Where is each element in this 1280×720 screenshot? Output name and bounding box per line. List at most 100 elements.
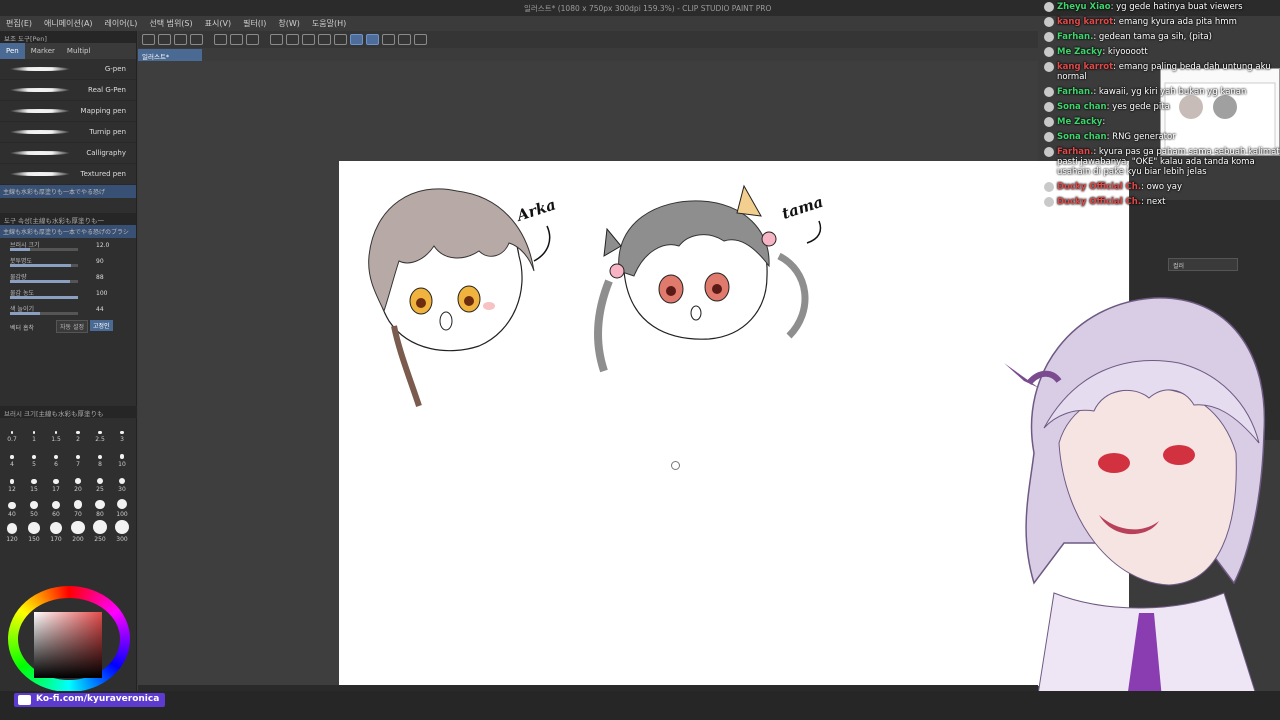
size-option[interactable]: 300 xyxy=(112,520,132,547)
menu-edit[interactable]: 편집(E) xyxy=(0,16,38,30)
prop-slider[interactable] xyxy=(10,264,78,267)
size-option[interactable]: 12 xyxy=(2,472,22,497)
brush-item[interactable]: Calligraphy xyxy=(0,143,136,164)
brush-item[interactable]: Mapping pen xyxy=(0,101,136,122)
size-option[interactable]: 2.5 xyxy=(90,422,110,447)
size-option[interactable]: 40 xyxy=(2,497,22,522)
size-option[interactable]: 250 xyxy=(90,520,110,547)
size-option[interactable]: 7 xyxy=(68,447,88,472)
tab-pen[interactable]: Pen xyxy=(0,43,25,59)
snap-ruler-icon[interactable] xyxy=(350,34,363,45)
size-option[interactable]: 200 xyxy=(68,520,88,547)
grid-icon[interactable] xyxy=(318,34,331,45)
menu-selection[interactable]: 선택 범위(S) xyxy=(143,16,198,30)
size-option[interactable]: 2 xyxy=(68,422,88,447)
snap-special-icon[interactable] xyxy=(366,34,379,45)
chat-author[interactable]: Me Zacky xyxy=(1057,117,1102,127)
chat-author[interactable]: Ducky Official Ch. xyxy=(1057,182,1141,192)
brush-item[interactable]: G-pen xyxy=(0,59,136,80)
kofi-link[interactable]: Ko-fi.com/kyuraveronica xyxy=(36,694,159,704)
size-option[interactable]: 15 xyxy=(24,472,44,497)
prop-slider[interactable] xyxy=(10,280,78,283)
size-option[interactable]: 50 xyxy=(24,497,44,522)
chat-author[interactable]: kang karrot xyxy=(1057,62,1113,72)
menu-layer[interactable]: 레이어(L) xyxy=(99,16,144,30)
chat-author[interactable]: Sona chan xyxy=(1057,132,1107,142)
brush-name: G-pen xyxy=(104,65,126,73)
transform-icon[interactable] xyxy=(286,34,299,45)
size-option[interactable]: 5 xyxy=(24,447,44,472)
size-option[interactable]: 17 xyxy=(46,472,66,497)
prop-slider[interactable] xyxy=(10,296,78,299)
auto-setting-button[interactable]: 자동 설정 xyxy=(56,320,88,333)
brush-item[interactable]: Turnip pen xyxy=(0,122,136,143)
menu-window[interactable]: 창(W) xyxy=(272,16,306,30)
size-option[interactable]: 70 xyxy=(68,497,88,522)
chat-author[interactable]: Me Zacky xyxy=(1057,47,1102,57)
help-icon[interactable] xyxy=(414,34,427,45)
color-set-select[interactable]: 컬러 xyxy=(1168,258,1238,271)
clear-icon[interactable] xyxy=(270,34,283,45)
size-option[interactable]: 30 xyxy=(112,472,132,497)
prop-paint-amount[interactable]: 물감량 88 xyxy=(0,270,136,286)
size-option[interactable]: 100 xyxy=(112,497,132,522)
size-option[interactable]: 4 xyxy=(2,447,22,472)
selected-brush[interactable]: 主線も水彩も厚塗りも一本でやる恐げ xyxy=(0,185,136,198)
save-icon[interactable] xyxy=(174,34,187,45)
size-option[interactable]: 20 xyxy=(68,472,88,497)
menu-help[interactable]: 도움말(H) xyxy=(306,16,352,30)
kofi-banner[interactable]: Ko-fi.com/kyuraveronica xyxy=(14,693,166,707)
undo-icon[interactable] xyxy=(214,34,227,45)
loading-icon[interactable] xyxy=(246,34,259,45)
size-option[interactable]: 120 xyxy=(2,522,22,547)
ruler-icon[interactable] xyxy=(334,34,347,45)
size-option[interactable]: 150 xyxy=(24,522,44,547)
size-option[interactable]: 60 xyxy=(46,497,66,522)
prop-paint-density[interactable]: 물감 농도 100 xyxy=(0,286,136,302)
size-option[interactable]: 8 xyxy=(90,447,110,472)
export-icon[interactable] xyxy=(190,34,203,45)
canvas-tab[interactable]: 일러스트* xyxy=(138,49,202,61)
chat-author[interactable]: kang karrot xyxy=(1057,17,1113,27)
tab-multipl[interactable]: Multipl xyxy=(61,43,97,59)
size-option[interactable]: 3 xyxy=(112,422,132,447)
pen-pressure-icon[interactable] xyxy=(382,34,395,45)
color-saturation-square[interactable] xyxy=(34,612,102,678)
chat-author[interactable]: Ducky Official Ch. xyxy=(1057,197,1141,207)
size-option[interactable]: 1 xyxy=(24,422,44,447)
prop-opacity[interactable]: 붓투명도 90 xyxy=(0,254,136,270)
chat-author[interactable]: Farhan. xyxy=(1057,32,1093,42)
size-option[interactable]: 1.5 xyxy=(46,422,66,447)
snap-icon[interactable] xyxy=(302,34,315,45)
fixed-setting-button[interactable]: 고정인 xyxy=(90,320,113,331)
menu-animation[interactable]: 애니메이션(A) xyxy=(38,16,99,30)
prop-slider[interactable] xyxy=(10,248,78,251)
size-option[interactable]: 25 xyxy=(90,472,110,497)
brush-item[interactable]: Textured pen xyxy=(0,164,136,185)
size-option[interactable]: 80 xyxy=(90,497,110,522)
stabilizer-icon[interactable] xyxy=(398,34,411,45)
chat-author[interactable]: Sona chan xyxy=(1057,102,1107,112)
size-option[interactable]: 170 xyxy=(46,521,66,547)
size-label: 30 xyxy=(118,485,126,493)
size-option[interactable]: 10 xyxy=(112,447,132,472)
prop-color-stretch[interactable]: 색 늘이기 44 xyxy=(0,302,136,318)
brush-name: Mapping pen xyxy=(80,107,126,115)
prop-slider[interactable] xyxy=(10,312,78,315)
menu-filter[interactable]: 필터(I) xyxy=(237,16,272,30)
size-option[interactable]: 0.7 xyxy=(2,422,22,447)
new-file-icon[interactable] xyxy=(142,34,155,45)
open-file-icon[interactable] xyxy=(158,34,171,45)
size-dot xyxy=(53,478,59,484)
tab-marker[interactable]: Marker xyxy=(25,43,61,59)
brush-item[interactable]: Real G-Pen xyxy=(0,80,136,101)
chat-author[interactable]: Farhan. xyxy=(1057,87,1093,97)
chat-author[interactable]: Farhan. xyxy=(1057,147,1093,157)
size-option[interactable]: 6 xyxy=(46,447,66,472)
chat-author[interactable]: Zheyu Xiao xyxy=(1057,2,1111,12)
prop-stabilization[interactable]: 벡터 흡착 자동 설정 고정인 xyxy=(0,318,136,336)
prop-brush-size[interactable]: 브러시 크기 12.0 xyxy=(0,238,136,254)
redo-icon[interactable] xyxy=(230,34,243,45)
chat-text: yes gede pita xyxy=(1112,102,1170,112)
menu-view[interactable]: 표시(V) xyxy=(199,16,237,30)
